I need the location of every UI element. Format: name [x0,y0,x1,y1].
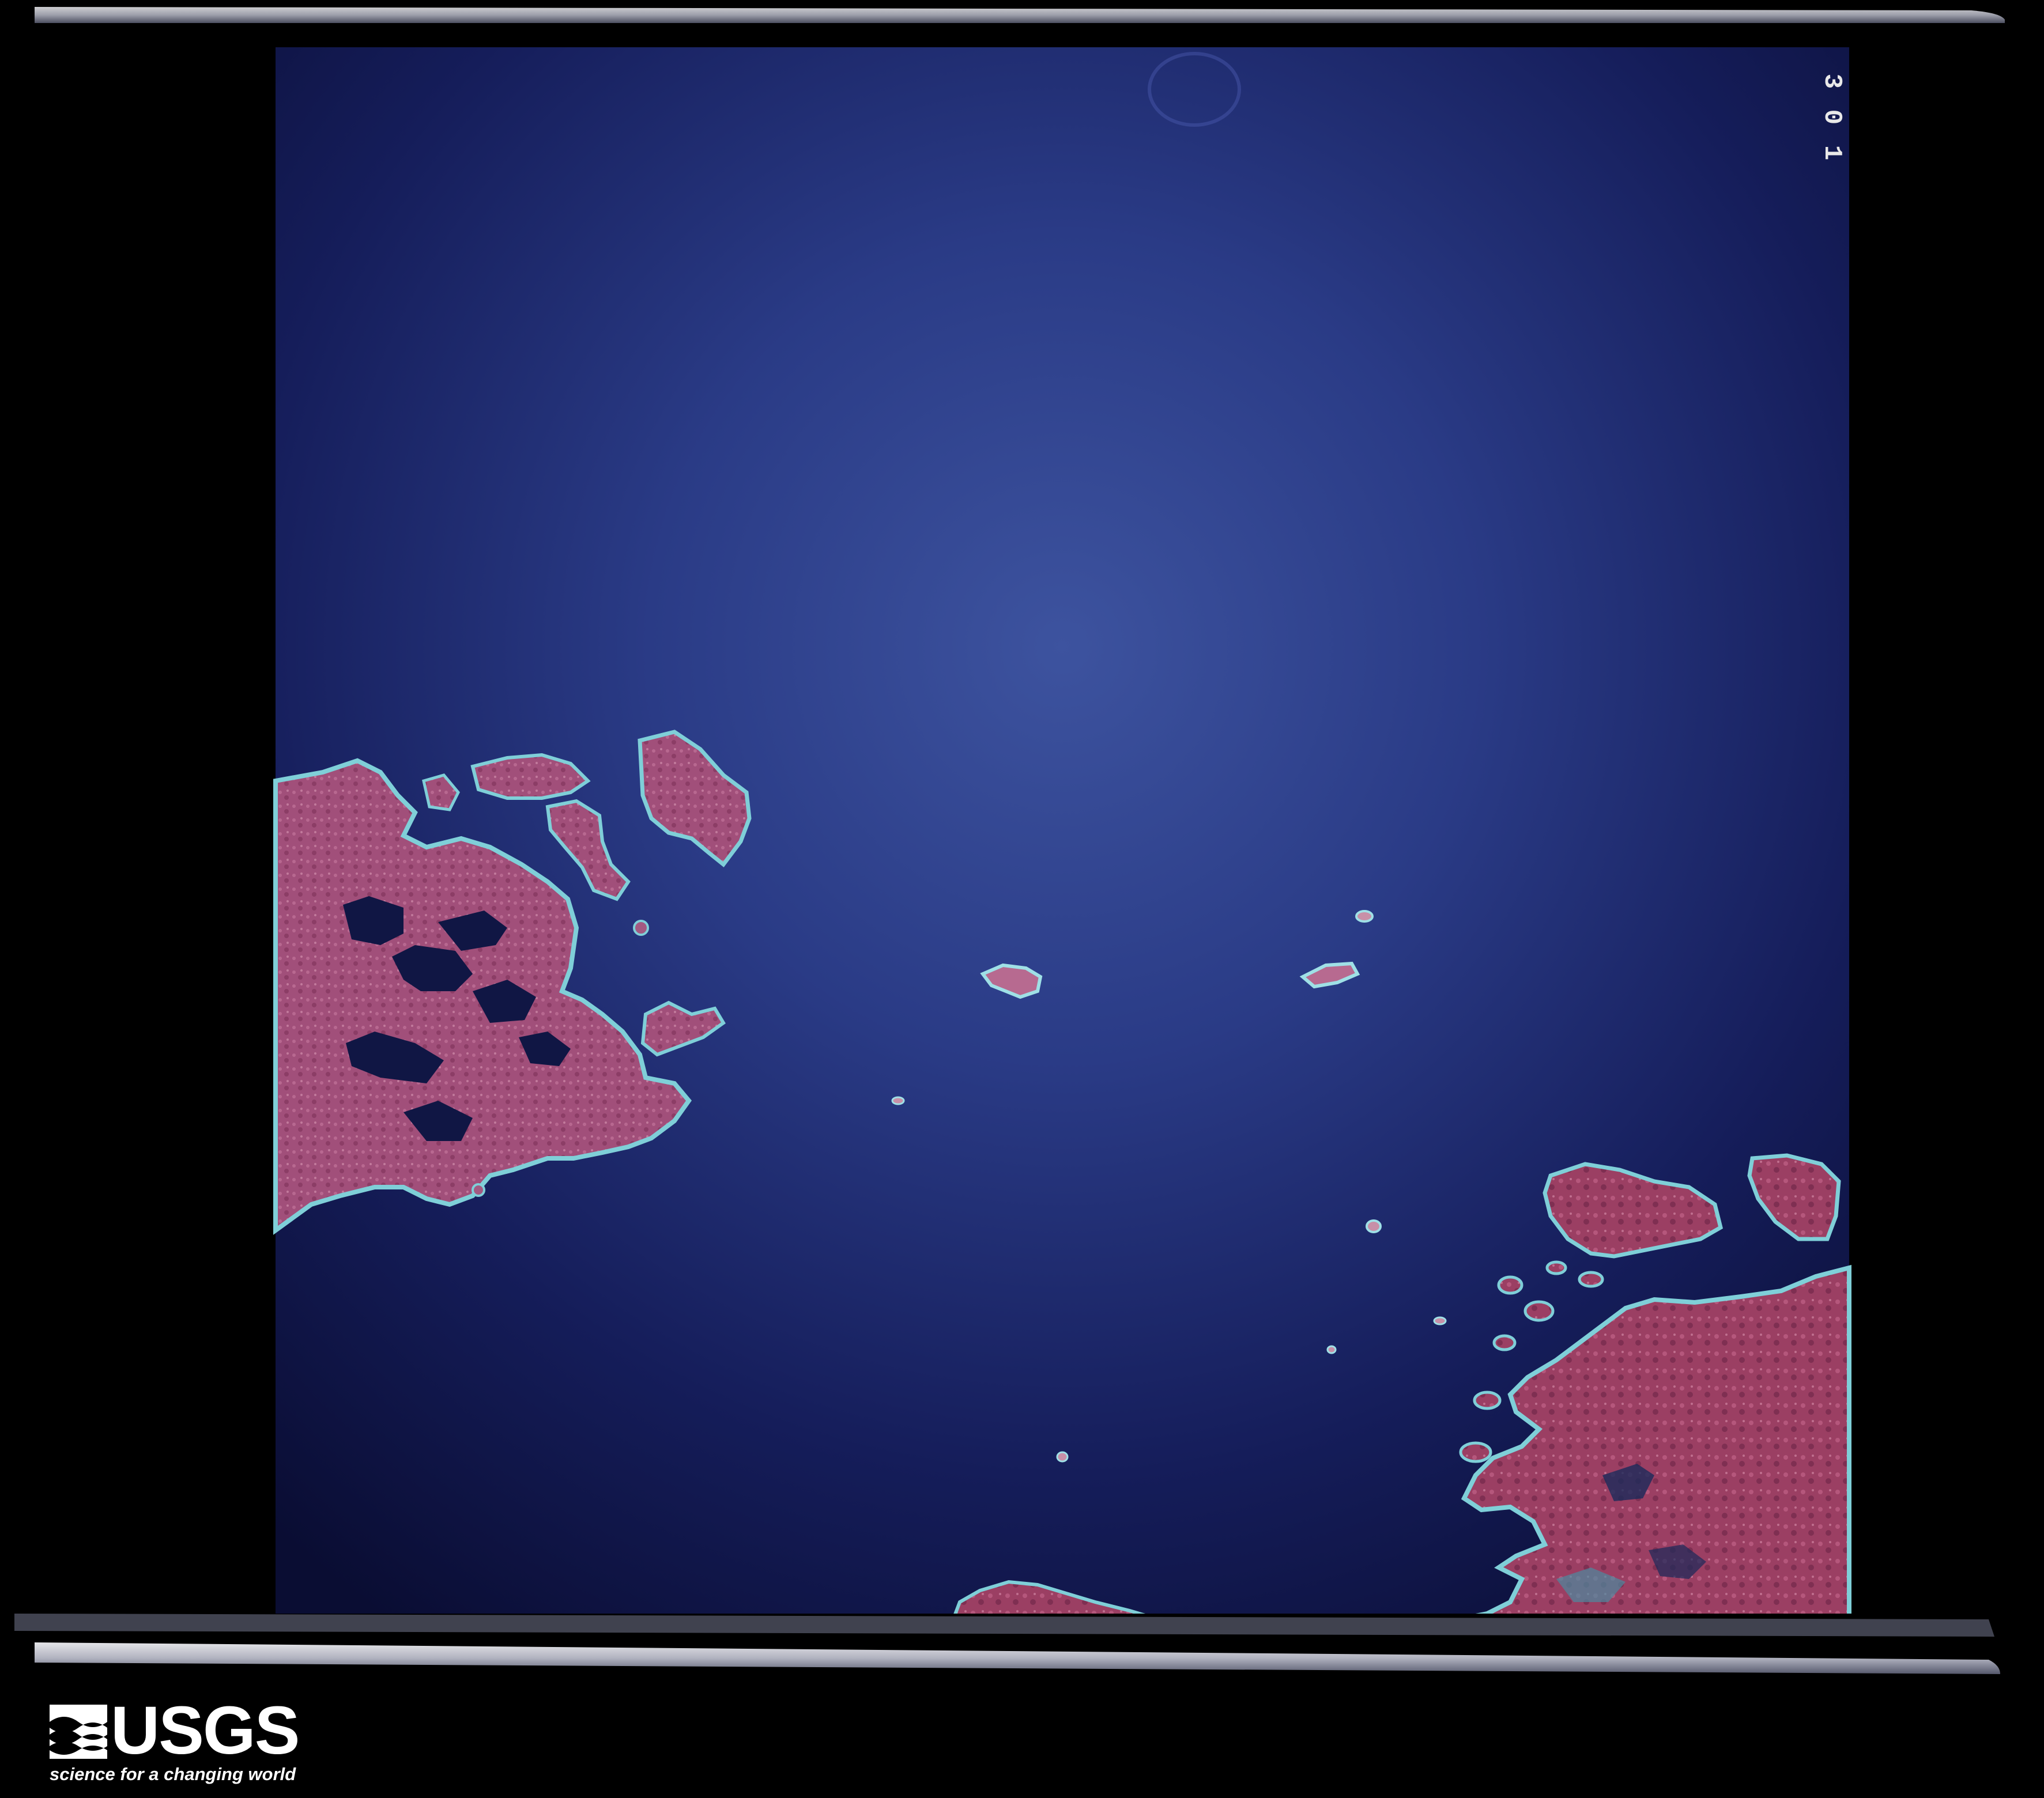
usgs-wordmark: USGS [111,1693,300,1769]
frame-digit: 3 [1817,73,1846,89]
usgs-tagline: science for a changing world [50,1764,296,1784]
film-scan: 3 0 1 USGS science for a changing world [0,0,2044,1798]
frame-digit: 1 [1817,145,1846,161]
film-frame-number: 3 0 1 [1810,63,1854,179]
aerial-photo [0,0,2044,1798]
frame-digit: 0 [1817,109,1846,125]
usgs-wave-icon [50,1705,107,1759]
usgs-logo: USGS science for a changing world [50,1697,300,1786]
